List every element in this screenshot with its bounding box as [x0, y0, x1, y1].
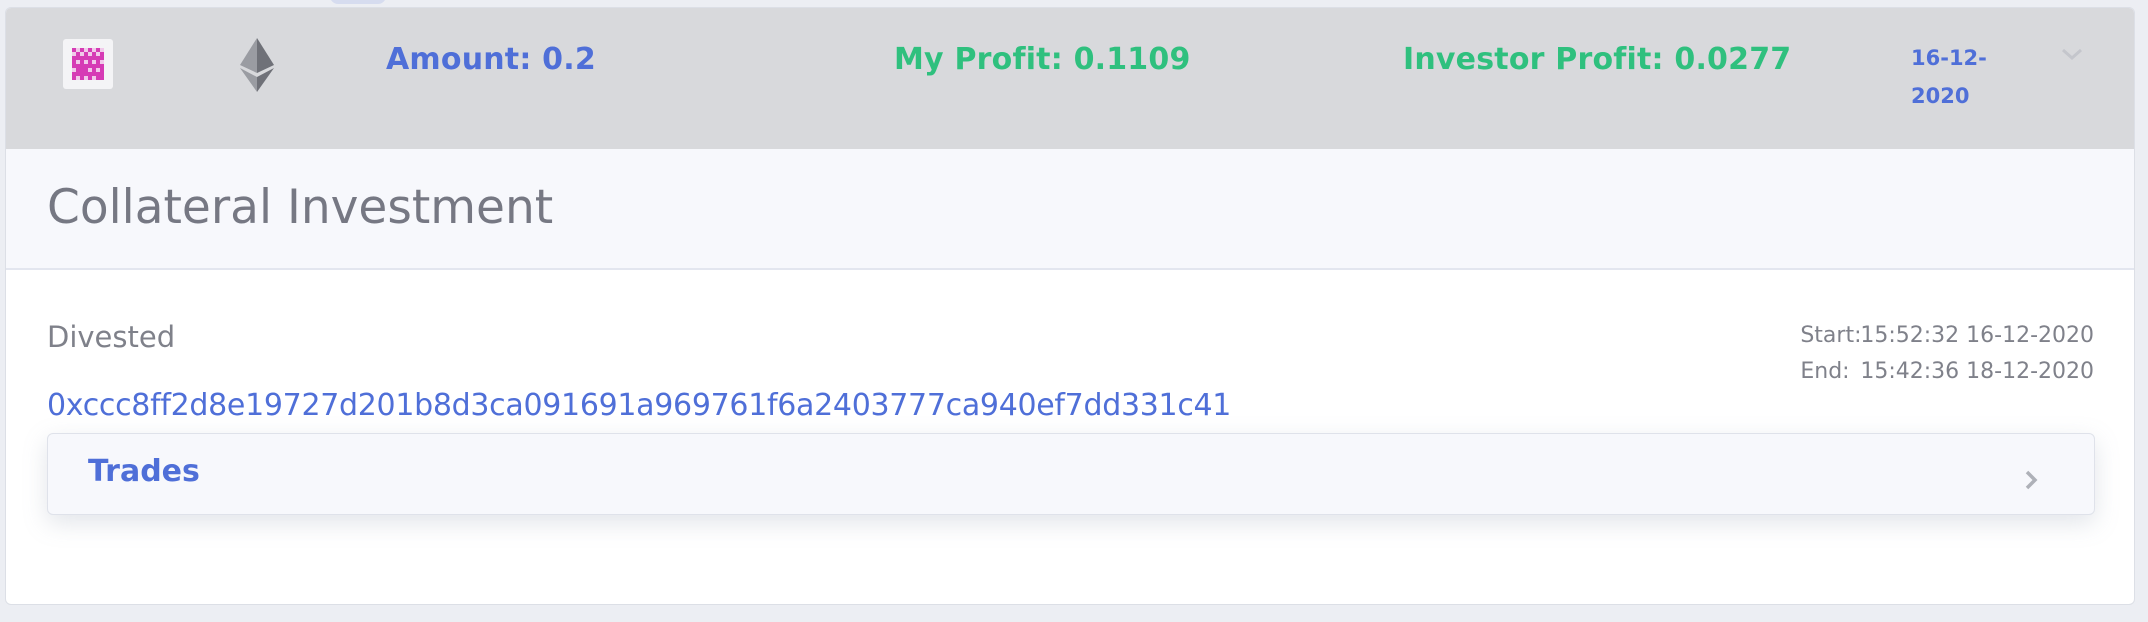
- investment-summary-row[interactable]: Amount: 0.2 My Profit: 0.1109 Investor P…: [6, 8, 2134, 149]
- start-label: Start:: [1800, 323, 1862, 348]
- investment-date-day-month: 16-12-: [1911, 46, 1987, 70]
- ethereum-icon: [240, 38, 274, 92]
- trades-expander[interactable]: Trades: [47, 433, 2095, 515]
- investment-card: Amount: 0.2 My Profit: 0.1109 Investor P…: [5, 7, 2135, 605]
- investment-status: Divested: [47, 320, 176, 354]
- investment-date-year: 2020: [1911, 84, 1970, 108]
- time-range: Start:15:52:32 16-12-2020 End: 15:42:36 1…: [1800, 318, 2094, 390]
- top-tab-indicator: [330, 0, 386, 4]
- end-time-row: End: 15:42:36 18-12-2020: [1800, 354, 2094, 390]
- start-time-row: Start:15:52:32 16-12-2020: [1800, 318, 2094, 354]
- section-header: Collateral Investment: [6, 149, 2134, 270]
- investor-profit-value: Investor Profit: 0.0277: [1403, 42, 1792, 77]
- end-label: End:: [1800, 359, 1850, 384]
- my-profit-value: My Profit: 0.1109: [894, 42, 1191, 77]
- section-title: Collateral Investment: [47, 180, 554, 235]
- transaction-hash-link[interactable]: 0xccc8ff2d8e19727d201b8d3ca091691a969761…: [47, 388, 1231, 423]
- amount-value: Amount: 0.2: [386, 42, 596, 77]
- start-time-value: 15:52:32 16-12-2020: [1860, 323, 2094, 348]
- checkered-token-icon: [63, 39, 113, 89]
- trades-label: Trades: [88, 454, 200, 489]
- end-time-value: 15:42:36 18-12-2020: [1860, 359, 2094, 384]
- chevron-down-icon[interactable]: [2060, 46, 2084, 62]
- chevron-right-icon: [2024, 469, 2038, 491]
